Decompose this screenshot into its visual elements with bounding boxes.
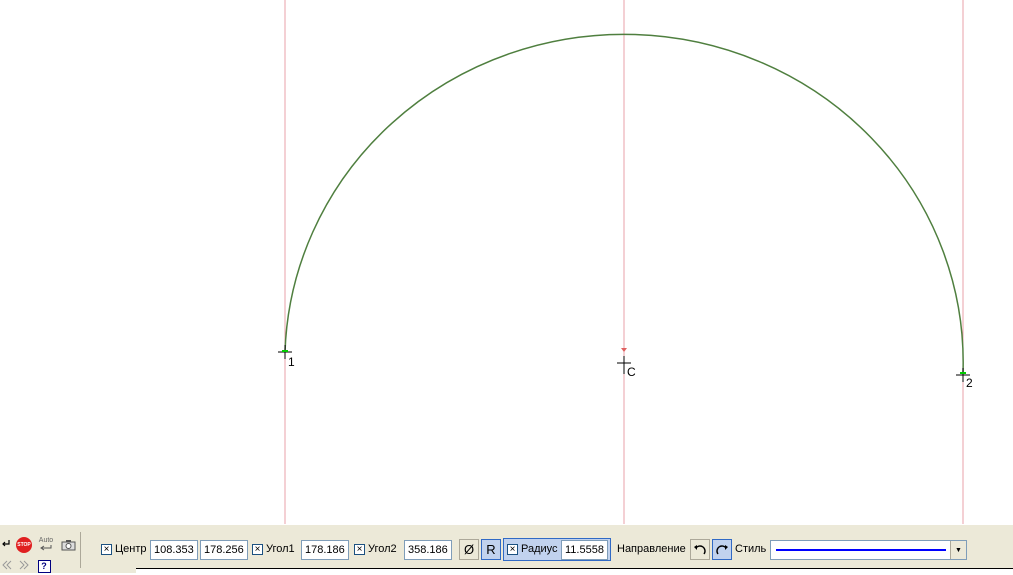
chevron-down-icon[interactable]: ▼ bbox=[950, 541, 966, 559]
center-x-input[interactable]: 108.353 bbox=[150, 540, 198, 560]
angle2-label: Угол2 bbox=[368, 543, 397, 555]
radius-mode-button[interactable]: R bbox=[481, 539, 501, 560]
diameter-button[interactable]: Ø bbox=[459, 539, 479, 560]
center-y-input[interactable]: 178.256 bbox=[200, 540, 248, 560]
help-icon: ? bbox=[37, 559, 51, 573]
angle2-lock-checkbox[interactable]: × bbox=[354, 544, 365, 555]
center-label: Центр bbox=[115, 543, 147, 555]
auto-arrow-icon bbox=[40, 544, 52, 550]
rotate-cw-icon bbox=[716, 544, 728, 554]
arc-parameters-panel: × Центр 108.353 178.256 × Угол1 178.186 … bbox=[95, 538, 1010, 561]
angle1-input[interactable]: 178.186 bbox=[301, 540, 349, 560]
camera-icon[interactable] bbox=[59, 537, 77, 552]
stop-icon: STOP bbox=[16, 537, 32, 553]
radius-lock-checkbox[interactable]: × bbox=[507, 544, 518, 555]
stop-button[interactable]: STOP bbox=[15, 536, 33, 554]
angle1-label: Угол1 bbox=[266, 543, 295, 555]
direction-ccw-button[interactable] bbox=[690, 539, 710, 560]
enter-icon[interactable] bbox=[0, 537, 12, 551]
drawing-canvas[interactable]: 1 C 2 bbox=[0, 0, 1013, 524]
direction-label: Направление bbox=[617, 543, 686, 555]
direction-cw-button[interactable] bbox=[712, 539, 732, 560]
start-point-label: 1 bbox=[288, 355, 295, 369]
previous-object-icon[interactable] bbox=[0, 558, 14, 572]
status-strip bbox=[136, 568, 1013, 575]
center-point-label: C bbox=[627, 365, 636, 379]
properties-toolbar: STOP Auto ? × Центр 108.353 178.256 × Уг… bbox=[0, 524, 1013, 575]
radius-label: Радиус bbox=[521, 543, 558, 555]
auto-label: Auto bbox=[38, 536, 54, 544]
help-button[interactable]: ? bbox=[37, 559, 51, 573]
style-label: Стиль bbox=[735, 543, 767, 555]
line-style-select[interactable]: ▼ bbox=[770, 540, 967, 560]
next-object-icon[interactable] bbox=[16, 558, 32, 572]
angle1-lock-checkbox[interactable]: × bbox=[252, 544, 263, 555]
radius-input[interactable]: 11.5558 bbox=[561, 540, 608, 560]
radius-group: × Радиус 11.5558 bbox=[503, 538, 611, 561]
toolbar-separator bbox=[80, 532, 81, 568]
angle2-input[interactable]: 358.186 bbox=[404, 540, 452, 560]
center-lock-checkbox[interactable]: × bbox=[101, 544, 112, 555]
drawing-svg: 1 C 2 bbox=[278, 0, 973, 524]
line-style-preview bbox=[776, 549, 946, 551]
rotate-ccw-icon bbox=[694, 544, 706, 554]
end-point-label: 2 bbox=[966, 376, 973, 390]
command-tools: STOP Auto ? bbox=[0, 535, 80, 574]
auto-create-button[interactable]: Auto bbox=[36, 535, 56, 553]
